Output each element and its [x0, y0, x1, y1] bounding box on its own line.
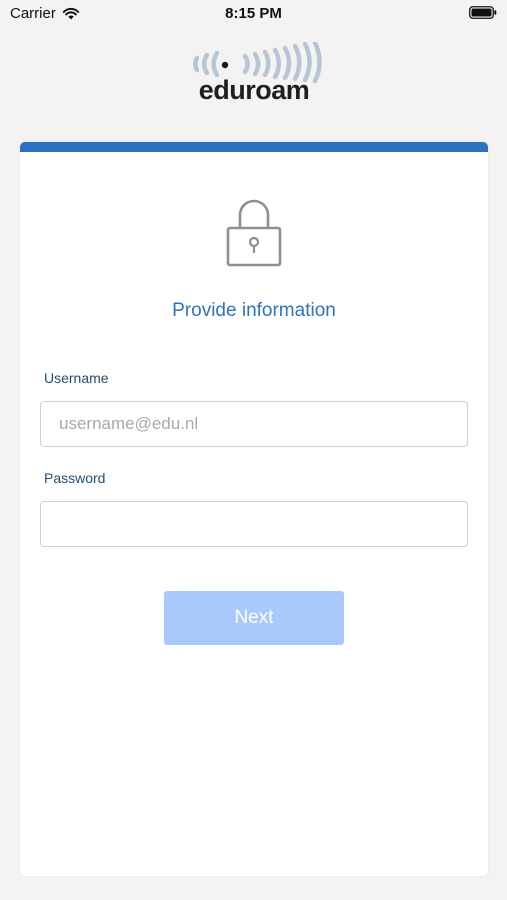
card-title: Provide information [172, 300, 336, 321]
status-time: 8:15 PM [225, 5, 282, 22]
battery-icon [469, 6, 497, 19]
username-input[interactable] [40, 401, 468, 447]
password-label: Password [44, 470, 106, 486]
card-accent-bar [20, 142, 488, 152]
logo-text: eduroam [199, 75, 310, 104]
eduroam-logo: eduroam [193, 42, 322, 104]
password-input[interactable] [40, 501, 468, 547]
username-label: Username [44, 370, 109, 386]
next-button[interactable]: Next [164, 591, 344, 645]
lock-icon [226, 199, 282, 267]
login-card: Provide information Username Password Ne… [20, 142, 488, 876]
status-bar: Carrier 8:15 PM [0, 0, 507, 28]
